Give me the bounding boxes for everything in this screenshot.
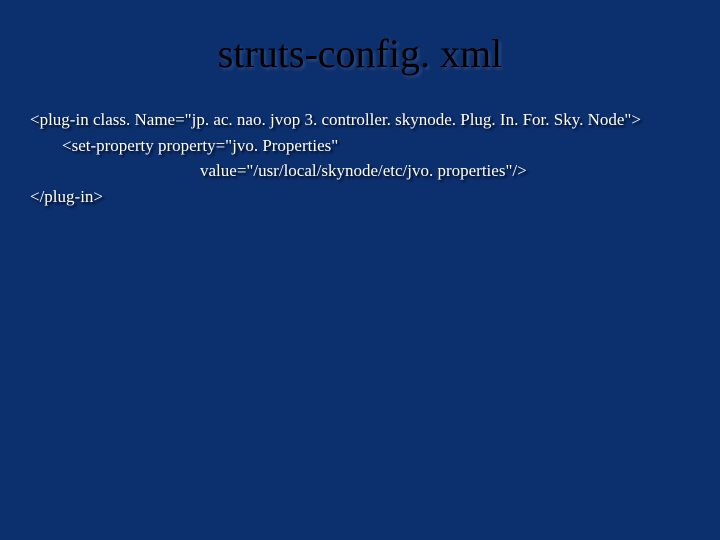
code-block: <plug-in class. Name="jp. ac. nao. jvop …: [30, 107, 690, 209]
code-line-3: value="/usr/local/skynode/etc/jvo. prope…: [30, 158, 690, 184]
slide-title: struts-config. xml: [30, 30, 690, 77]
code-line-2: <set-property property="jvo. Properties": [30, 133, 690, 159]
code-line-4: </plug-in>: [30, 184, 690, 210]
slide: struts-config. xml <plug-in class. Name=…: [0, 0, 720, 540]
code-line-1: <plug-in class. Name="jp. ac. nao. jvop …: [30, 107, 690, 133]
